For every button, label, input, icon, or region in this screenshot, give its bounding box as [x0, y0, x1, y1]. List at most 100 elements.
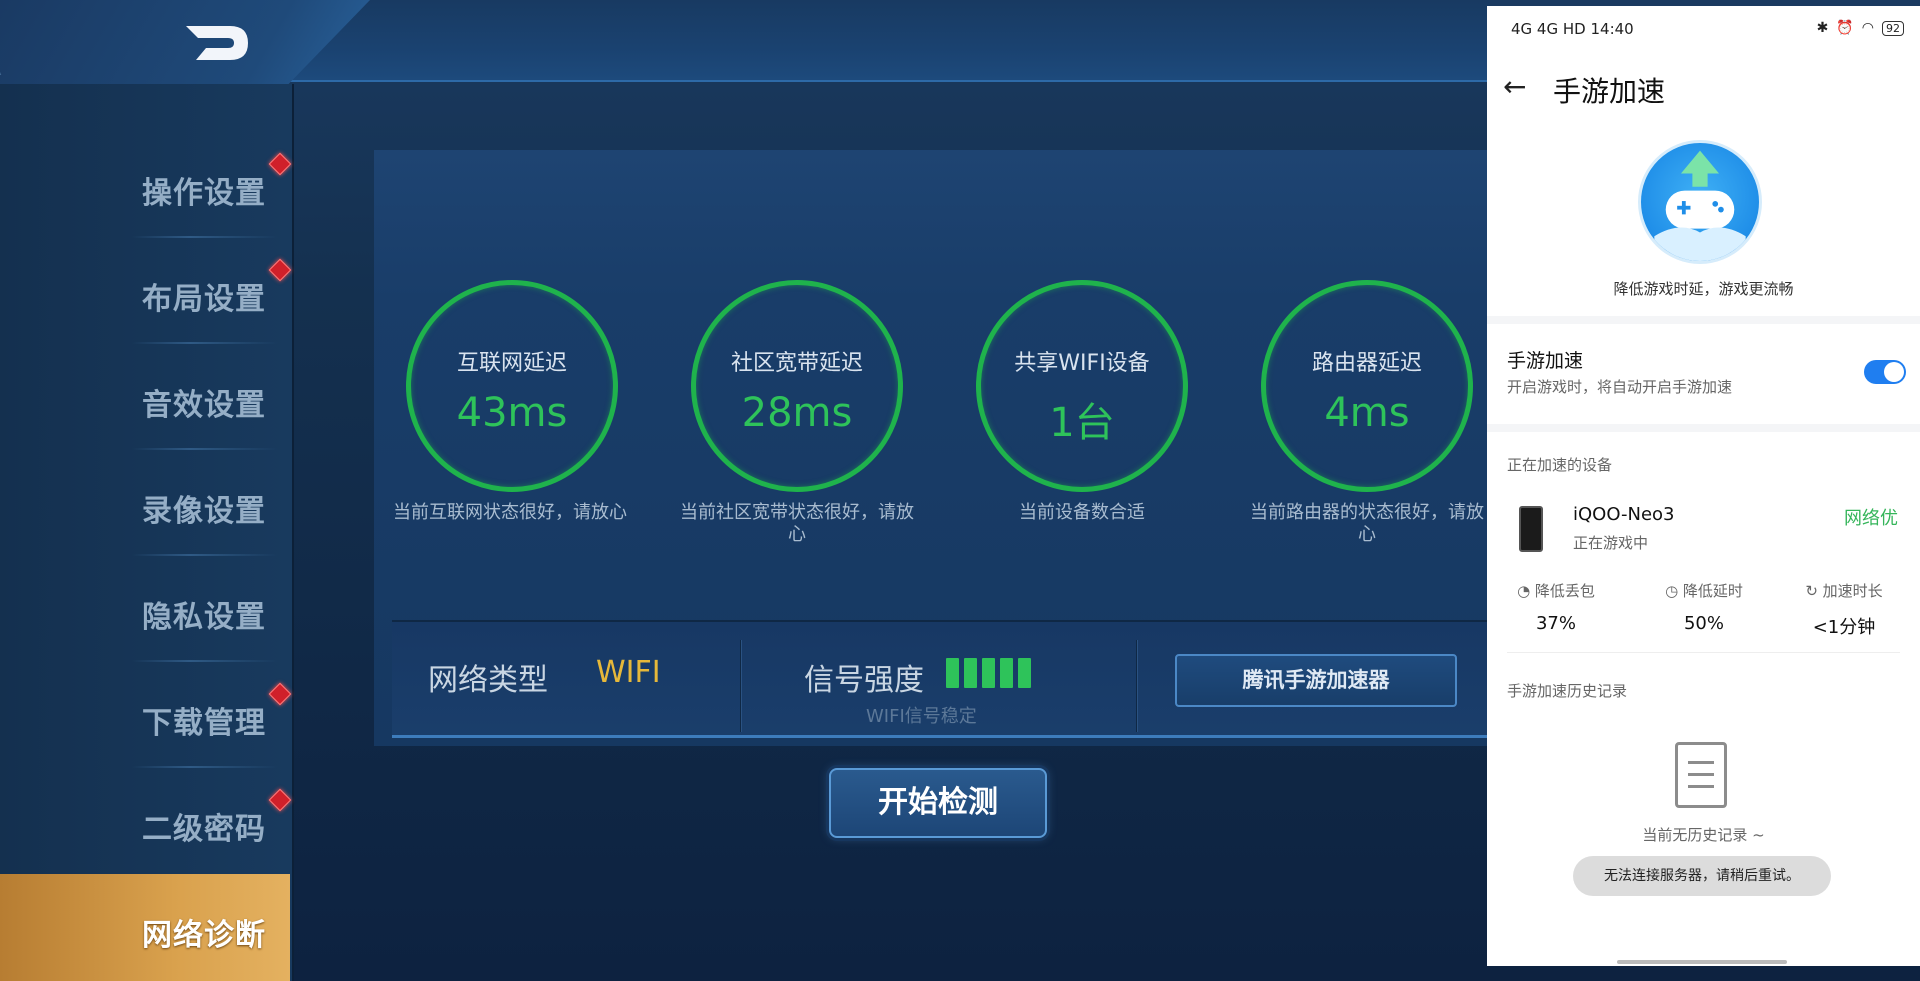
settings-sidebar: 操作设置 布局设置 音效设置 录像设置 隐私设置 下载管理 二级密码 网络诊断	[0, 84, 294, 981]
gauge-value: 28ms	[741, 390, 853, 436]
sidebar-item-operation[interactable]: 操作设置	[0, 132, 292, 238]
gauge-value: 1台	[1049, 400, 1115, 446]
sidebar-item-label: 二级密码	[142, 812, 266, 847]
clock-icon: ◷	[1665, 582, 1683, 600]
sidebar-item-network-diagnosis[interactable]: 网络诊断	[0, 874, 290, 981]
signal-bar	[1000, 658, 1013, 688]
divider	[1136, 640, 1138, 732]
gauge-value: 4ms	[1324, 390, 1410, 436]
signal-strength-bars	[946, 658, 1031, 688]
stat-latency: ◷ 降低延时 50%	[1639, 580, 1769, 634]
document-line	[1688, 785, 1714, 788]
section-label: 正在加速的设备	[1507, 456, 1613, 474]
toggle-subtitle: 开启游戏时，将自动开启手游加速	[1507, 378, 1733, 396]
timer-icon: ↻	[1805, 582, 1823, 600]
signal-bar	[1018, 658, 1031, 688]
gauge-title: 互联网延迟	[456, 351, 567, 376]
signal-bar	[946, 658, 959, 688]
signal-strength-label: 信号强度	[804, 663, 924, 698]
signal-bar	[964, 658, 977, 688]
sidebar-item-audio[interactable]: 音效设置	[0, 344, 290, 450]
wifi-icon: ◠	[1861, 20, 1874, 36]
shared-wifi-devices-gauge: 共享WIFI设备 1台	[976, 280, 1188, 492]
document-line	[1688, 761, 1714, 764]
switch-knob	[1884, 362, 1904, 382]
error-toast: 无法连接服务器，请稍后重试。	[1573, 856, 1831, 896]
sidebar-item-downloads[interactable]: 下载管理	[0, 662, 292, 768]
sidebar-item-label: 音效设置	[142, 388, 266, 423]
device-name: iQOO-Neo3	[1573, 504, 1675, 525]
section-label: 手游加速历史记录	[1507, 682, 1628, 700]
sidebar-item-label: 下载管理	[142, 706, 266, 741]
divider	[1507, 652, 1900, 653]
network-type-label: 网络类型	[428, 663, 548, 698]
sidebar-item-secondary-password[interactable]: 二级密码	[0, 768, 292, 874]
device-status: 正在游戏中	[1573, 534, 1649, 552]
status-left: 4G 4G HD 14:40	[1511, 20, 1634, 38]
network-quality-badge: 网络优	[1844, 508, 1898, 529]
internet-latency-gauge: 互联网延迟 43ms	[406, 280, 618, 492]
page-title: 手游加速	[1553, 75, 1666, 108]
start-detection-button[interactable]: 开始检测	[829, 768, 1047, 838]
stat-label: 降低延时	[1682, 582, 1743, 600]
empty-history-text: 当前无历史记录 ~	[1642, 826, 1765, 844]
chart-icon: ◔	[1517, 582, 1535, 600]
stat-value: 50%	[1683, 613, 1724, 634]
gauge-title: 共享WIFI设备	[1014, 351, 1150, 376]
sidebar-item-label: 网络诊断	[142, 918, 266, 953]
accelerate-switch[interactable]	[1864, 360, 1906, 384]
phone-device-icon	[1519, 506, 1543, 552]
stat-packet-loss: ◔ 降低丢包 37%	[1491, 580, 1621, 634]
sidebar-item-label: 操作设置	[142, 176, 266, 211]
bluetooth-icon: ✱	[1816, 20, 1829, 36]
gauge-description: 当前社区宽带状态很好，请放心	[680, 502, 914, 545]
tagline: 降低游戏时延，游戏更流畅	[1613, 280, 1794, 298]
phone-screen: 4G 4G HD 14:40 ✱ ⏰ ◠ 92 ← 手游加速 降低游戏时延，游戏…	[1487, 6, 1920, 966]
sidebar-item-label: 布局设置	[142, 282, 266, 317]
router-latency-gauge: 路由器延迟 4ms	[1261, 280, 1473, 492]
network-type-value: WIFI	[596, 655, 661, 690]
signal-status-text: WIFI信号稳定	[866, 706, 977, 727]
alarm-icon: ⏰	[1836, 20, 1854, 36]
notification-dot-icon	[268, 152, 292, 176]
document-icon	[1675, 742, 1727, 808]
sidebar-item-label: 录像设置	[142, 494, 266, 529]
back-arrow-icon[interactable]: ←	[1503, 70, 1526, 103]
community-broadband-gauge: 社区宽带延迟 28ms	[691, 280, 903, 492]
stat-duration: ↻ 加速时长 <1分钟	[1779, 580, 1909, 639]
app-header: ← 手游加速 降低游戏时延，游戏更流畅	[1487, 56, 1920, 316]
divider	[740, 640, 742, 732]
notification-dot-icon	[268, 258, 292, 282]
network-indicators: 4G 4G HD	[1511, 20, 1586, 38]
status-right: ✱ ⏰ ◠ 92	[1817, 20, 1904, 36]
sidebar-item-layout[interactable]: 布局设置	[0, 238, 292, 344]
tencent-game-accelerator-button[interactable]: 腾讯手游加速器	[1175, 654, 1457, 707]
stat-value: 37%	[1535, 613, 1576, 634]
signal-bar	[982, 658, 995, 688]
notification-dot-icon	[268, 682, 292, 706]
accelerate-toggle-card: 手游加速 开启游戏时，将自动开启手游加速	[1487, 324, 1920, 424]
document-line	[1688, 773, 1714, 776]
toggle-title: 手游加速	[1507, 350, 1584, 372]
back-arrow-icon[interactable]	[178, 18, 252, 68]
home-indicator[interactable]	[1617, 960, 1787, 964]
gauge-value: 43ms	[456, 390, 568, 436]
sidebar-item-label: 隐私设置	[142, 600, 266, 635]
status-bar: 4G 4G HD 14:40 ✱ ⏰ ◠ 92	[1487, 6, 1920, 56]
gauge-title: 路由器延迟	[1311, 351, 1422, 376]
game-accelerator-logo-icon	[1638, 140, 1762, 264]
stat-value: <1分钟	[1812, 617, 1876, 638]
gauge-description: 当前路由器的状态很好，请放心	[1250, 502, 1484, 545]
stat-label: 加速时长	[1822, 582, 1883, 600]
notification-dot-icon	[268, 788, 292, 812]
gauge-description: 当前互联网状态很好，请放心	[393, 502, 627, 523]
battery-icon: 92	[1882, 20, 1904, 36]
devices-card: 正在加速的设备 iQOO-Neo3 正在游戏中 网络优 ◔ 降低丢包 37% ◷…	[1487, 432, 1920, 966]
gauge-title: 社区宽带延迟	[730, 351, 863, 376]
screen: 操作设置 布局设置 音效设置 录像设置 隐私设置 下载管理 二级密码 网络诊断 …	[0, 0, 1920, 981]
sidebar-item-privacy[interactable]: 隐私设置	[0, 556, 290, 662]
status-time: 14:40	[1590, 20, 1634, 38]
gauge-description: 当前设备数合适	[1019, 502, 1145, 523]
sidebar-item-recording[interactable]: 录像设置	[0, 450, 290, 556]
stat-label: 降低丢包	[1534, 582, 1595, 600]
